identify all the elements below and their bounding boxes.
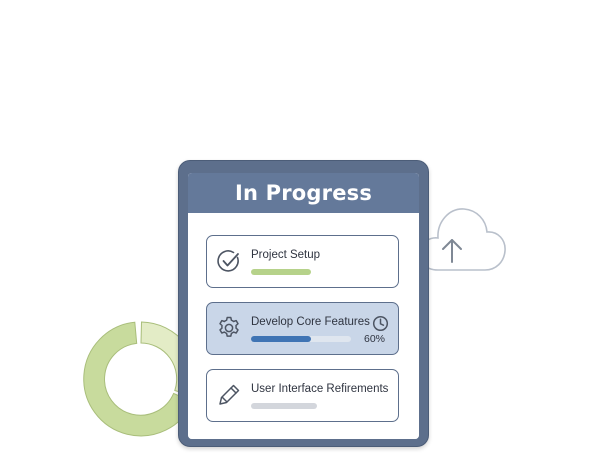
board-body: Project Setup Develop Core Features 60% … xyxy=(188,213,419,439)
progress-percent: 60% xyxy=(363,333,385,345)
cloud-upload-icon[interactable] xyxy=(416,200,508,278)
task-label: Project Setup xyxy=(251,249,321,261)
clock-icon xyxy=(372,315,389,332)
task-card-user-interface-refinements[interactable]: User Interface Refirements xyxy=(206,369,399,422)
progress-bar xyxy=(251,336,351,342)
check-circle-icon xyxy=(217,250,239,272)
canvas: In Progress Project Setup Develop Core F… xyxy=(0,0,599,457)
pencil-icon xyxy=(219,384,240,405)
task-card-develop-core-features[interactable]: Develop Core Features 60% xyxy=(206,302,399,355)
board-header: In Progress xyxy=(188,173,419,213)
gear-icon xyxy=(219,316,239,337)
task-label: User Interface Refirements xyxy=(251,383,389,395)
board-title: In Progress xyxy=(234,181,373,205)
progress-fill xyxy=(251,336,311,342)
progress-bar xyxy=(251,269,311,275)
progress-bar xyxy=(251,403,317,409)
task-label: Develop Core Features xyxy=(251,316,370,328)
kanban-board: In Progress Project Setup Develop Core F… xyxy=(178,160,429,447)
task-card-project-setup[interactable]: Project Setup xyxy=(206,235,399,288)
progress-fill xyxy=(251,269,311,275)
board-panel: In Progress Project Setup Develop Core F… xyxy=(188,173,419,439)
